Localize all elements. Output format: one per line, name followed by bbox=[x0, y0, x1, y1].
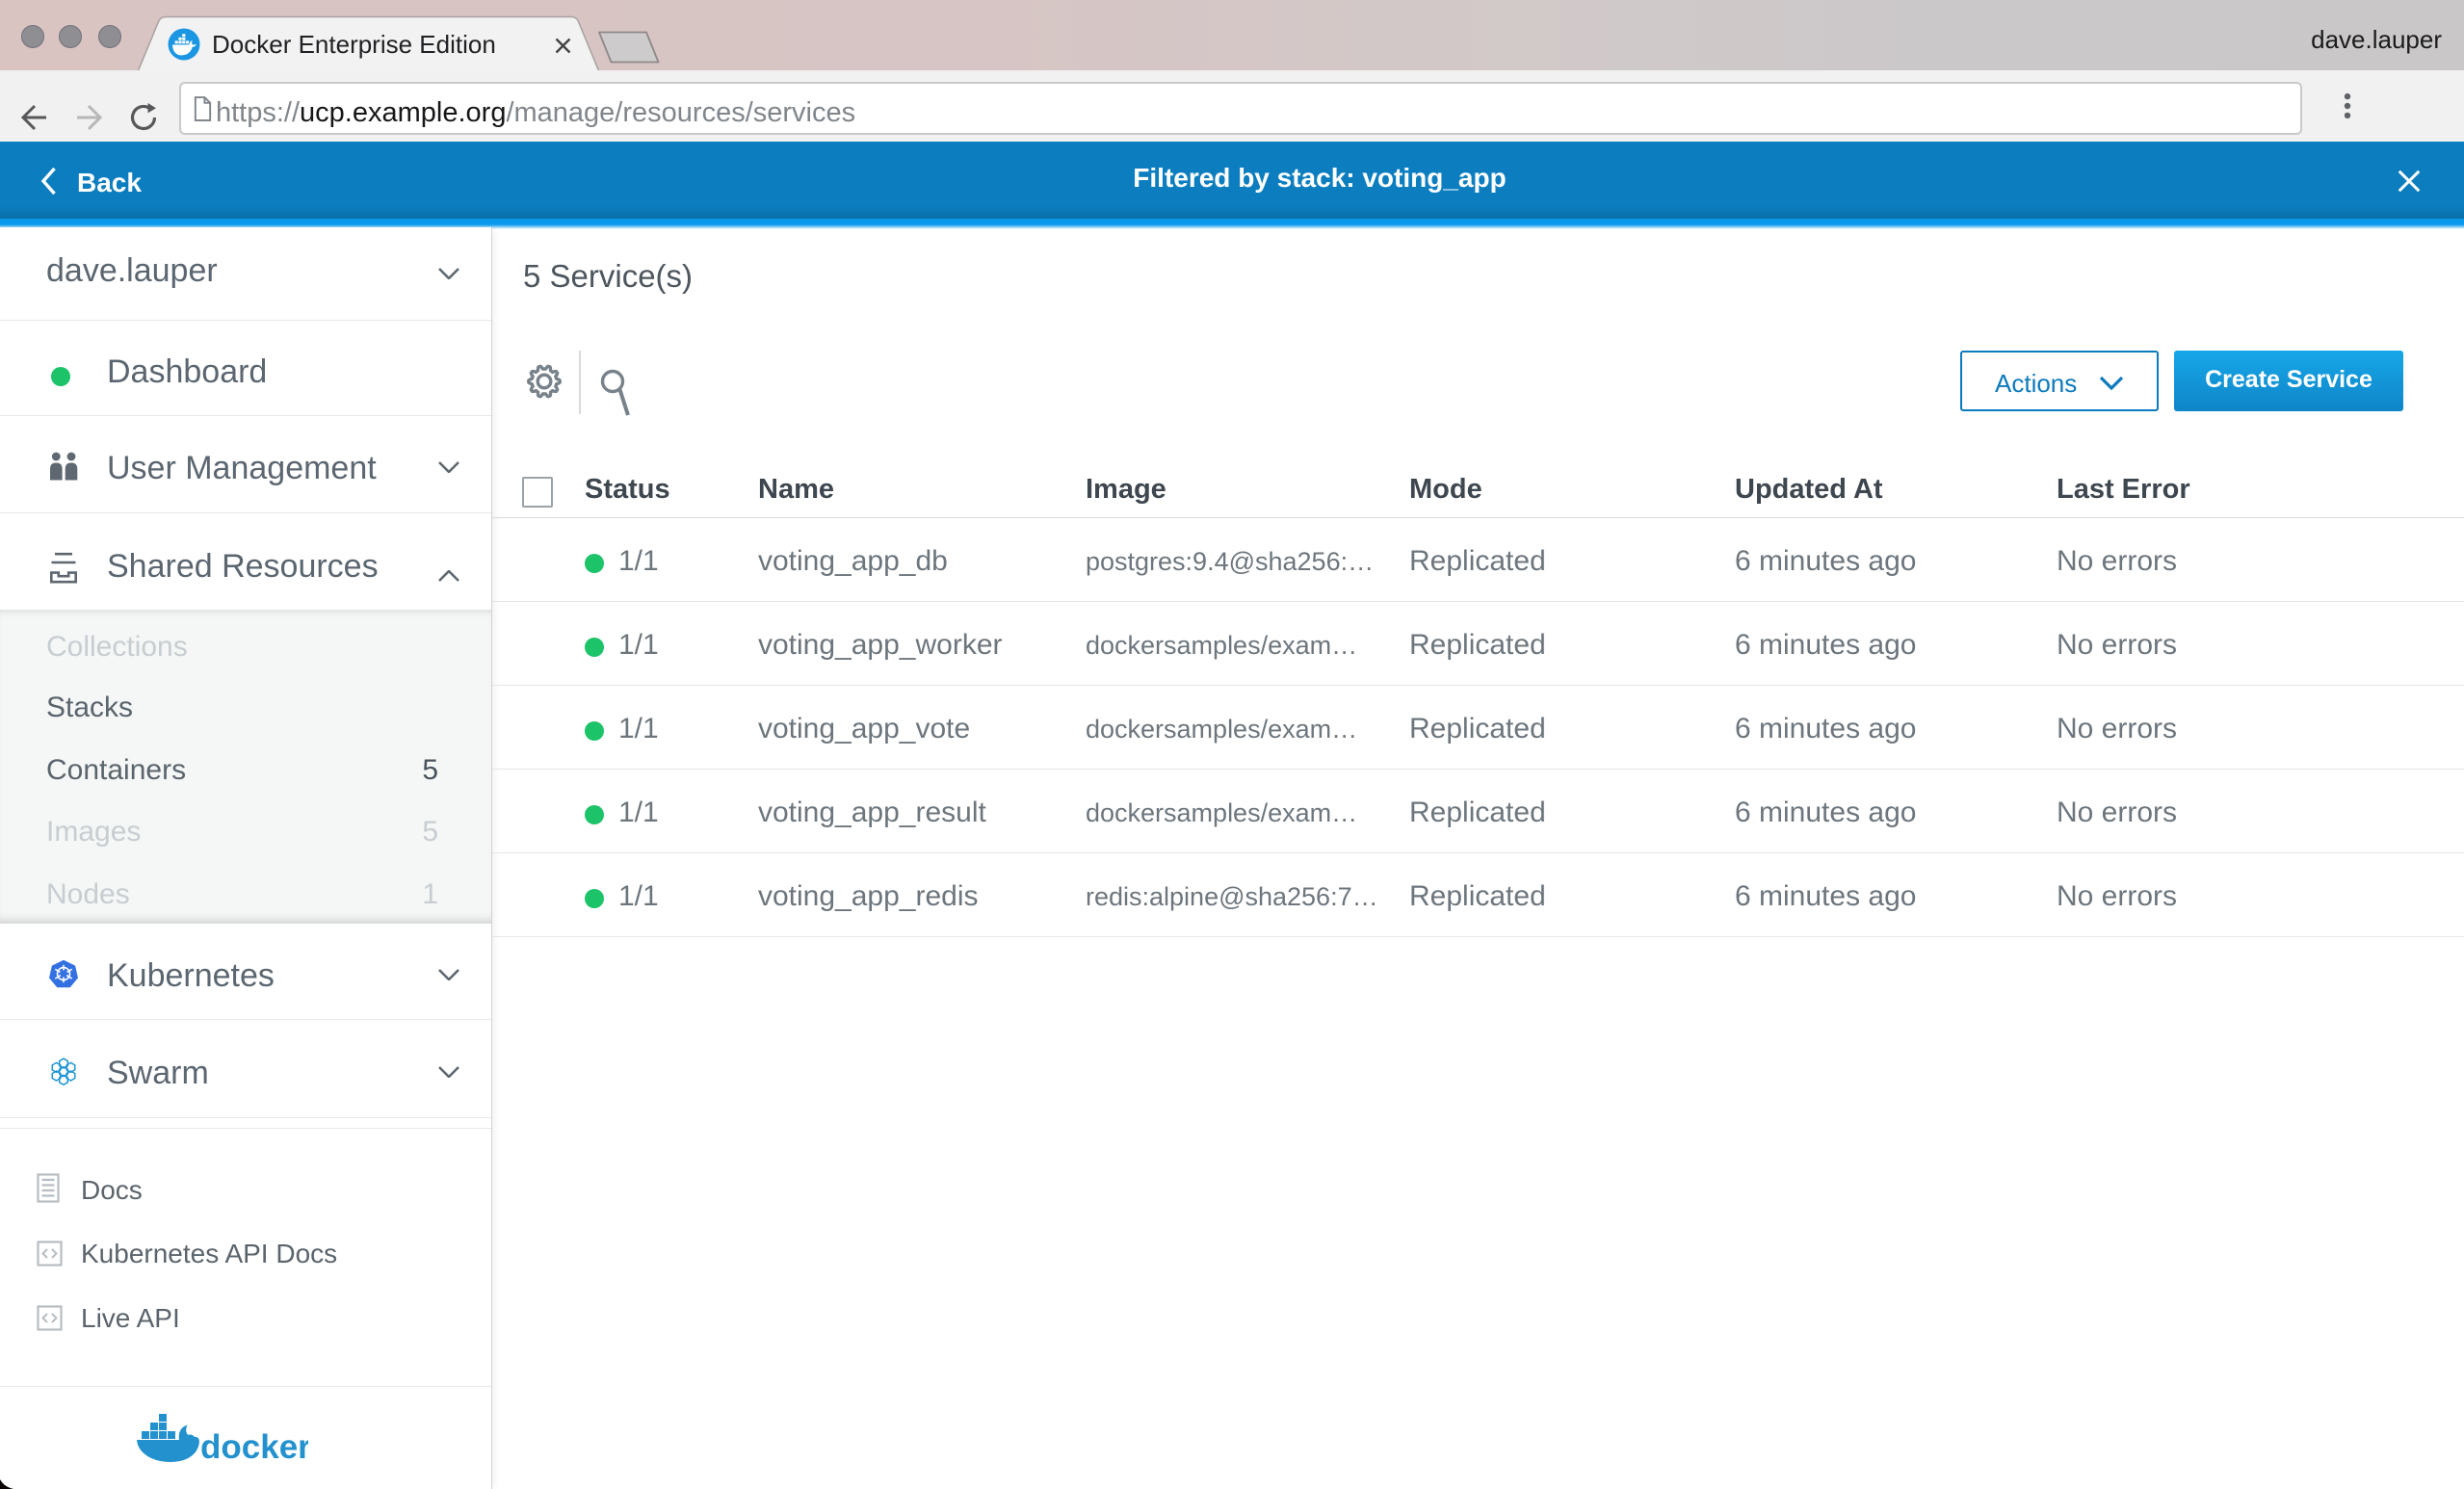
svg-text:docker: docker bbox=[200, 1428, 308, 1466]
